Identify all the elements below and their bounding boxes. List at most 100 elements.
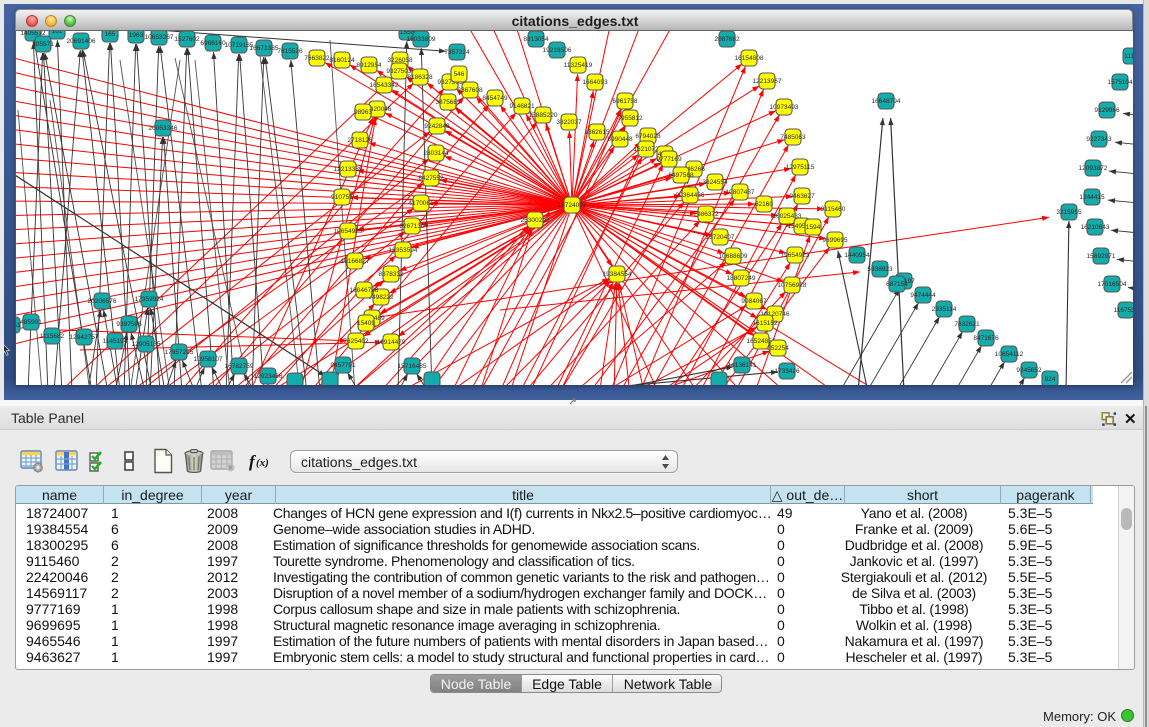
svg-text:205571: 205571 <box>32 41 54 48</box>
svg-text:1575104: 1575104 <box>1107 79 1133 86</box>
svg-text:15409: 15409 <box>357 320 375 327</box>
svg-text:8990448: 8990448 <box>607 136 633 143</box>
svg-text:16033809: 16033809 <box>407 36 436 43</box>
svg-text:(x): (x) <box>256 457 269 469</box>
svg-text:7955812: 7955812 <box>617 115 643 122</box>
svg-text:9457791: 9457791 <box>330 362 356 369</box>
svg-text:546: 546 <box>454 71 465 78</box>
svg-text:8454749: 8454749 <box>482 95 508 102</box>
svg-text:25300203: 25300203 <box>521 217 550 224</box>
svg-text:16046798: 16046798 <box>350 287 379 294</box>
svg-text:10958107: 10958107 <box>194 356 223 363</box>
svg-text:6961758: 6961758 <box>612 98 638 105</box>
svg-text:1362615: 1362615 <box>584 129 610 136</box>
svg-text:9115460: 9115460 <box>821 206 846 213</box>
svg-text:1440954: 1440954 <box>844 252 870 259</box>
svg-text:1621072: 1621072 <box>633 146 659 153</box>
svg-text:17359924: 17359924 <box>135 296 164 303</box>
svg-text:17957225: 17957225 <box>165 349 194 356</box>
svg-text:2803144: 2803144 <box>423 150 449 157</box>
svg-text:8878332: 8878332 <box>378 271 404 278</box>
svg-text:9245652: 9245652 <box>1016 367 1042 374</box>
svg-text:9777169: 9777169 <box>656 156 682 163</box>
svg-text:19218506: 19218506 <box>543 47 572 54</box>
svg-text:62160: 62160 <box>755 201 773 208</box>
svg-text:10688609: 10688609 <box>719 253 748 260</box>
svg-text:12213967: 12213967 <box>753 78 782 85</box>
svg-text:1527602: 1527602 <box>174 36 200 43</box>
svg-text:20364436: 20364436 <box>676 192 705 199</box>
svg-text:3822037: 3822037 <box>556 119 582 126</box>
svg-text:9242848: 9242848 <box>424 123 450 130</box>
svg-text:12942757: 12942757 <box>70 334 99 341</box>
svg-text:12353594: 12353594 <box>389 247 418 254</box>
svg-text:15720407: 15720407 <box>706 234 735 241</box>
svg-text:16543342: 16543342 <box>370 82 399 89</box>
svg-text:16154808: 16154808 <box>735 55 764 62</box>
svg-text:2367608: 2367608 <box>457 87 483 94</box>
svg-text:9146821: 9146821 <box>509 103 535 110</box>
svg-text:12975115: 12975115 <box>786 164 815 171</box>
svg-text:8912954: 8912954 <box>356 62 382 69</box>
svg-text:2087682: 2087682 <box>714 36 740 43</box>
svg-text:16914479: 16914479 <box>377 339 406 346</box>
svg-text:10973493: 10973493 <box>770 104 799 111</box>
svg-text:12093872: 12093872 <box>1079 165 1108 172</box>
svg-text:3215955: 3215955 <box>1056 209 1082 216</box>
svg-text:10653267: 10653267 <box>145 34 174 41</box>
svg-text:15692971: 15692971 <box>1087 253 1116 260</box>
svg-text:6794028: 6794028 <box>635 133 661 140</box>
svg-text:7625402: 7625402 <box>343 338 369 345</box>
svg-text:7357224: 7357224 <box>444 49 470 56</box>
svg-text:9463627: 9463627 <box>789 193 815 200</box>
svg-text:165: 165 <box>105 31 116 38</box>
svg-text:19384554: 19384554 <box>603 271 632 278</box>
svg-text:1115682: 1115682 <box>40 333 65 340</box>
svg-text:4170061: 4170061 <box>408 200 434 207</box>
svg-text:3624554: 3624554 <box>702 179 728 186</box>
svg-text:1615152: 1615152 <box>752 320 778 327</box>
svg-text:14136141: 14136141 <box>728 362 757 369</box>
svg-text:9129966: 9129966 <box>1094 107 1120 114</box>
svg-text:7485063: 7485063 <box>780 134 806 141</box>
svg-text:1963: 1963 <box>129 32 144 39</box>
svg-text:8471676: 8471676 <box>973 335 999 342</box>
svg-text:16648794: 16648794 <box>872 98 901 105</box>
svg-text:6966160: 6966160 <box>200 40 226 47</box>
svg-text:20691406: 20691406 <box>67 38 96 45</box>
svg-text:12923466: 12923466 <box>254 373 283 380</box>
svg-text:1594: 1594 <box>806 224 821 231</box>
svg-text:1167533: 1167533 <box>1114 307 1133 314</box>
svg-text:252254: 252254 <box>767 345 789 352</box>
svg-text:1664093: 1664093 <box>582 79 608 86</box>
svg-text:16210643: 16210643 <box>1081 224 1110 231</box>
svg-text:10654112: 10654112 <box>995 351 1024 358</box>
svg-text:16782759: 16782759 <box>225 363 254 370</box>
svg-text:20053346: 20053346 <box>149 125 178 132</box>
svg-text:11325419: 11325419 <box>564 62 593 69</box>
svg-text:12905135: 12905135 <box>132 341 161 348</box>
svg-text:8427552: 8427552 <box>418 175 444 182</box>
svg-text:8813054: 8813054 <box>523 36 549 43</box>
svg-text:1733426: 1733426 <box>774 368 800 375</box>
svg-text:6497568: 6497568 <box>668 172 694 179</box>
svg-text:910755: 910755 <box>331 194 353 201</box>
svg-text:10756928: 10756928 <box>778 282 807 289</box>
svg-text:161: 161 <box>52 31 63 35</box>
svg-text:9474444: 9474444 <box>910 292 936 299</box>
svg-text:98963: 98963 <box>354 109 372 116</box>
svg-text:19654923: 19654923 <box>781 252 810 259</box>
svg-text:7615526: 7615526 <box>277 48 303 55</box>
svg-text:19166827: 19166827 <box>341 258 370 265</box>
svg-text:2718126: 2718126 <box>347 137 373 144</box>
svg-text:10654923: 10654923 <box>334 228 363 235</box>
svg-text:687154: 687154 <box>886 281 908 288</box>
svg-text:485901: 485901 <box>20 319 42 326</box>
svg-text:2935114: 2935114 <box>932 306 957 313</box>
svg-text:10807487: 10807487 <box>726 189 755 196</box>
svg-text:20206576: 20206576 <box>88 298 117 305</box>
svg-text:15716485: 15716485 <box>398 363 427 370</box>
svg-text:1145194: 1145194 <box>103 338 128 345</box>
svg-text:5938923: 5938923 <box>867 266 893 273</box>
svg-text:7632621: 7632621 <box>954 321 980 328</box>
